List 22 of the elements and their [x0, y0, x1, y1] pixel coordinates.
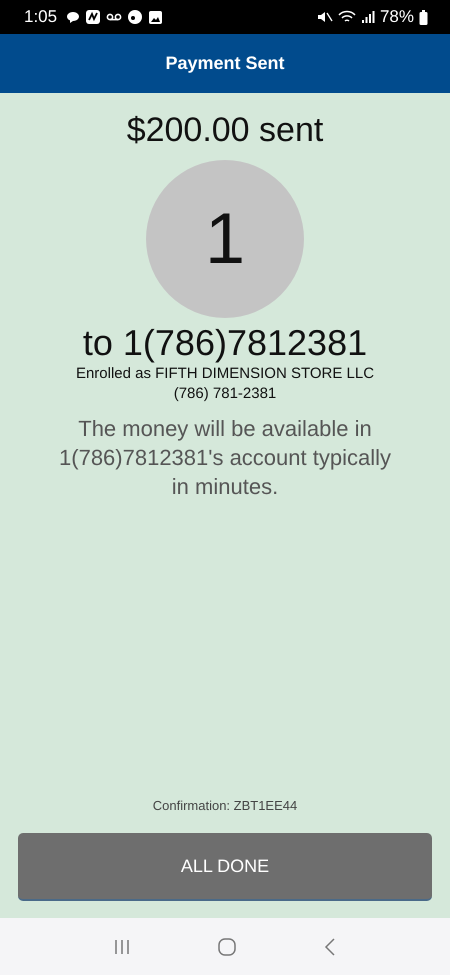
enrolled-name: Enrolled as FIFTH DIMENSION STORE LLC [76, 364, 374, 384]
recipient-text: to 1(786)7812381 [82, 322, 368, 364]
image-icon [148, 10, 164, 24]
home-icon[interactable] [217, 936, 237, 956]
voicemail-icon [106, 11, 122, 23]
wifi-icon [338, 10, 356, 24]
battery-percentage: 78% [380, 7, 414, 27]
header-title: Payment Sent [165, 53, 285, 74]
battery-icon [419, 10, 428, 24]
amount-text: $200.00 sent [126, 111, 324, 150]
avatar-initial: 1 [204, 198, 246, 280]
confirmation-code: Confirmation: ZBT1EE44 [152, 798, 298, 813]
mute-icon [316, 10, 333, 24]
back-icon[interactable] [323, 936, 337, 956]
availability-message: The money will be available in 1(786)7812381's account typically in minutes. [58, 415, 392, 501]
phone-number: (786) 781-2381 [174, 384, 276, 404]
signal-icon [360, 10, 375, 24]
recent-apps-icon[interactable] [113, 938, 131, 956]
app-icon [85, 9, 102, 25]
status-time: 1:05 [24, 7, 58, 27]
all-done-button[interactable]: ALL DONE [18, 833, 432, 901]
chat-bubble-icon [66, 10, 80, 24]
